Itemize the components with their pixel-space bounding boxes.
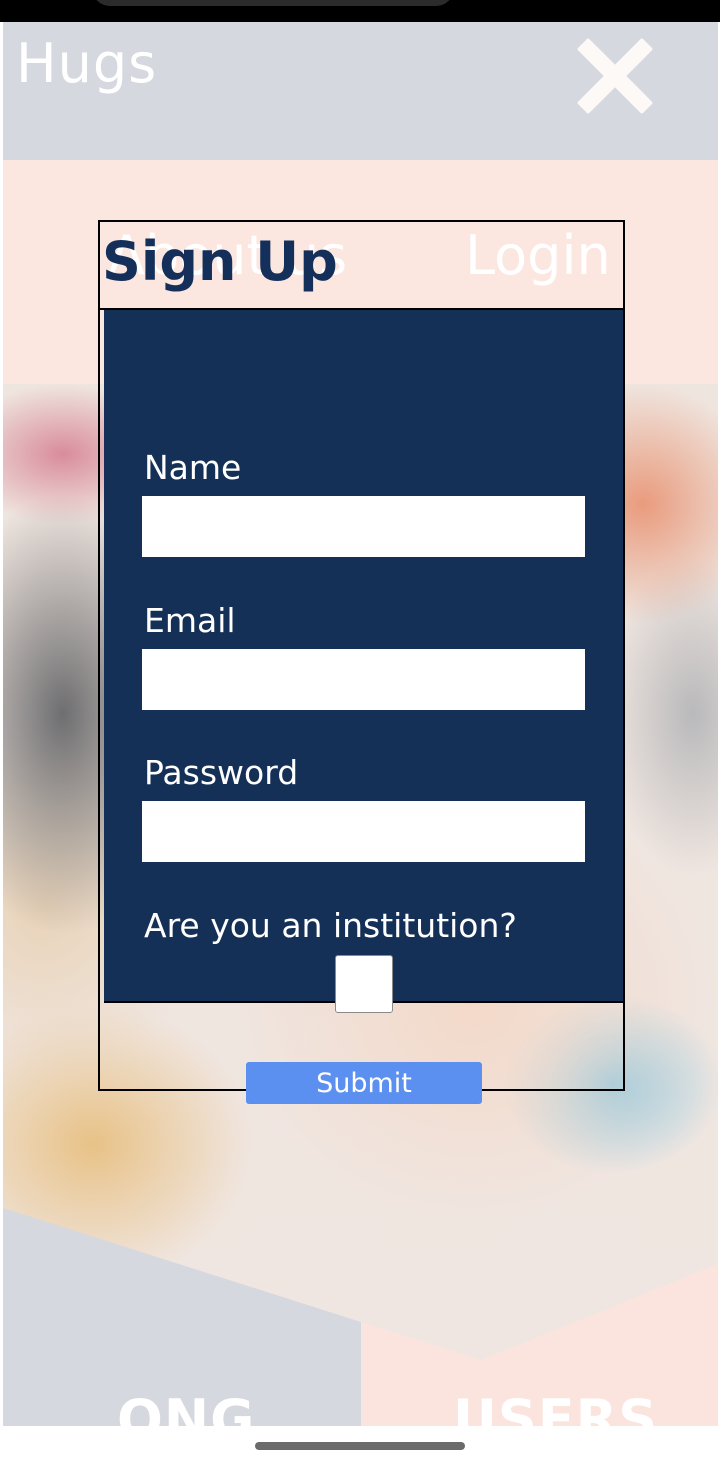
home-indicator[interactable] — [255, 1442, 465, 1450]
email-label: Email — [144, 601, 236, 640]
institution-label: Are you an institution? — [144, 906, 517, 945]
ong-section-label[interactable]: ONG — [117, 1388, 255, 1426]
submit-button[interactable]: Submit — [246, 1062, 482, 1104]
modal-title: Sign Up — [102, 230, 338, 293]
app-header: Hugs — [3, 22, 718, 160]
password-label: Password — [144, 753, 299, 792]
brand-logo[interactable]: Hugs — [16, 32, 157, 95]
app-screen: Hugs About us Login ONG USERS Sign Up Na… — [3, 22, 718, 1426]
signup-modal: Sign Up Name Email Password Are you an i… — [98, 220, 625, 1104]
password-field[interactable] — [142, 801, 585, 862]
name-field[interactable] — [142, 496, 585, 557]
signup-form: Name Email Password Are you an instituti… — [104, 310, 623, 1013]
users-section-label[interactable]: USERS — [453, 1388, 658, 1426]
name-label: Name — [144, 448, 242, 487]
close-icon[interactable] — [571, 34, 655, 118]
email-field[interactable] — [142, 649, 585, 710]
modal-header: Sign Up — [100, 222, 623, 310]
institution-checkbox[interactable] — [335, 955, 393, 1013]
home-bar-area — [0, 1426, 720, 1468]
status-bar — [0, 0, 720, 22]
camera-notch — [92, 0, 454, 6]
